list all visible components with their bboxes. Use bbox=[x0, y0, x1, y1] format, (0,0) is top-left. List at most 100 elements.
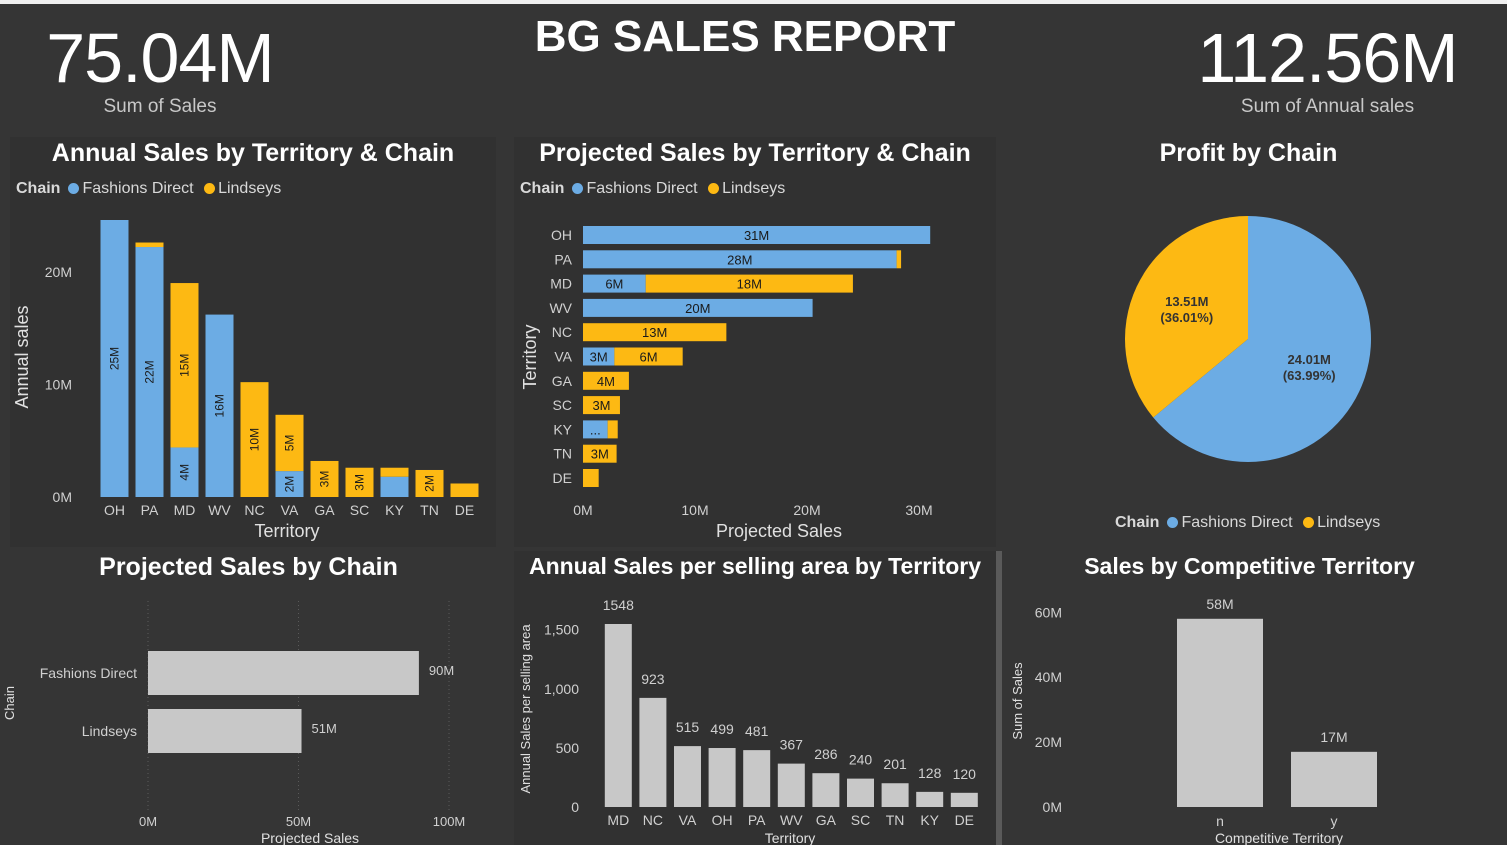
legend-item-lindseys: Lindseys bbox=[1317, 514, 1381, 531]
x-tick-label: SC bbox=[350, 502, 369, 518]
y-tick-label: GA bbox=[552, 373, 573, 389]
x-tick-label: VA bbox=[281, 502, 299, 518]
data-label: 1548 bbox=[603, 597, 634, 613]
x-tick-label: OH bbox=[712, 812, 733, 828]
data-label: 13M bbox=[642, 325, 667, 340]
x-tick-label: TN bbox=[420, 502, 439, 518]
x-tick-label: 20M bbox=[793, 502, 820, 518]
projected-by-chain-chart[interactable]: Chain Projected Sales 0M 50M 100M Fashions … bbox=[0, 553, 497, 845]
x-tick-label: DE bbox=[955, 812, 974, 828]
bar-md bbox=[604, 624, 632, 807]
data-label: 4M bbox=[597, 374, 615, 389]
competitive-panel[interactable]: Sales by Competitive Territory Sum of Sa… bbox=[1002, 551, 1497, 845]
bar-ky-lindseys bbox=[380, 467, 409, 477]
data-label: 20M bbox=[685, 301, 710, 316]
bar-pa-lindseys bbox=[896, 250, 902, 269]
x-tick-label: NC bbox=[643, 812, 663, 828]
x-axis-title: Territory bbox=[254, 521, 319, 541]
x-tick-label: PA bbox=[748, 812, 766, 828]
data-label: 286 bbox=[814, 746, 838, 762]
data-label: 10M bbox=[248, 428, 262, 451]
x-tick-label: KY bbox=[385, 502, 404, 518]
bar-n bbox=[1177, 618, 1263, 807]
data-label: 3M bbox=[353, 474, 367, 491]
y-tick-label: SC bbox=[553, 397, 572, 413]
x-tick-label: 0M bbox=[573, 502, 592, 518]
data-label: 58M bbox=[1206, 596, 1233, 612]
x-tick-label: OH bbox=[104, 502, 125, 518]
x-axis-title: Projected Sales bbox=[261, 830, 359, 845]
x-tick-label: y bbox=[1331, 813, 1338, 829]
projected-sales-panel[interactable]: Projected Sales by Territory & Chain Cha… bbox=[514, 137, 996, 547]
bar-ga bbox=[812, 773, 840, 807]
projected-sales-chart[interactable]: Territory Projected Sales 0M 10M 20M 30M OH 3… bbox=[514, 137, 996, 547]
data-label: 18M bbox=[737, 277, 762, 292]
x-tick-label: PA bbox=[141, 502, 159, 518]
x-tick-label: VA bbox=[679, 812, 697, 828]
y-tick-label: 0M bbox=[53, 489, 72, 505]
annual-sales-chart[interactable]: Annual sales Territory 0M 10M 20M 25M OH 22M P… bbox=[10, 137, 496, 547]
data-label: 5M bbox=[283, 435, 297, 452]
annual-sales-panel[interactable]: Annual Sales by Territory & Chain Chain F… bbox=[10, 137, 496, 547]
legend-title: Chain bbox=[1115, 514, 1160, 531]
x-tick-label: 0M bbox=[139, 814, 157, 829]
bar-ky-lindseys bbox=[607, 420, 618, 439]
bar-y bbox=[1291, 751, 1377, 807]
profit-legend: Chain Fashions Direct Lindseys bbox=[1115, 514, 1380, 532]
data-label: 6M bbox=[605, 277, 623, 292]
data-label: 25M bbox=[108, 347, 122, 370]
profit-panel[interactable]: Profit by Chain 24.01M (63.99%) 13.51M (36.… bbox=[1000, 137, 1497, 547]
bar-pa-lindseys bbox=[135, 242, 164, 248]
per-area-chart[interactable]: Annual Sales per selling area Territory … bbox=[514, 551, 996, 845]
x-tick-label: GA bbox=[314, 502, 335, 518]
profit-pie-chart[interactable]: 24.01M(63.99%) 13.51M(36.01%) bbox=[1000, 137, 1497, 507]
bar-wv bbox=[777, 763, 805, 807]
data-label: 3M bbox=[591, 447, 609, 462]
data-label: 240 bbox=[849, 752, 873, 768]
y-tick-label: WV bbox=[549, 300, 572, 316]
kpi-annual-sales-label: Sum of Annual sales bbox=[1240, 96, 1415, 117]
y-axis-title: Chain bbox=[2, 686, 17, 720]
bar-de bbox=[950, 792, 978, 807]
bar-nc bbox=[639, 697, 667, 807]
data-label: 2M bbox=[423, 475, 437, 492]
pie-value-label: 24.01M bbox=[1288, 352, 1331, 367]
data-label: 15M bbox=[178, 354, 192, 377]
y-tick-label: PA bbox=[554, 251, 572, 267]
x-tick-label: DE bbox=[455, 502, 474, 518]
data-label: 16M bbox=[213, 394, 227, 417]
y-tick-label: 1,000 bbox=[544, 681, 579, 697]
y-tick-label: VA bbox=[554, 349, 572, 365]
y-tick-label: 20M bbox=[1035, 734, 1062, 750]
y-tick-label: 60M bbox=[1035, 604, 1062, 620]
y-tick-label: DE bbox=[553, 470, 572, 486]
report-title: BG SALES REPORT bbox=[534, 12, 956, 61]
x-tick-label: n bbox=[1216, 813, 1224, 829]
competitive-chart[interactable]: Sum of Sales Competitive Territory 0M 20M… bbox=[1002, 551, 1497, 845]
pie-value-label: 13.51M bbox=[1165, 294, 1208, 309]
y-tick-label: 10M bbox=[45, 376, 72, 392]
x-axis-title: Projected Sales bbox=[716, 521, 842, 541]
data-label: 2M bbox=[283, 476, 297, 493]
x-tick-label: WV bbox=[208, 502, 231, 518]
data-label: ... bbox=[590, 422, 601, 437]
bar-de-lindseys bbox=[583, 469, 599, 487]
pie-percent-label: (36.01%) bbox=[1160, 310, 1213, 325]
per-area-panel[interactable]: Annual Sales per selling area by Territo… bbox=[514, 551, 996, 845]
y-tick-label: 20M bbox=[45, 264, 72, 280]
data-label: 499 bbox=[710, 721, 734, 737]
data-label: 367 bbox=[780, 737, 804, 753]
kpi-sum-of-sales-label: Sum of Sales bbox=[103, 96, 217, 117]
x-tick-label: KY bbox=[920, 812, 939, 828]
data-label: 4M bbox=[178, 464, 192, 481]
y-tick-label: MD bbox=[550, 276, 572, 292]
data-label: 3M bbox=[590, 350, 608, 365]
x-tick-label: 10M bbox=[681, 502, 708, 518]
data-label: 120 bbox=[953, 766, 977, 782]
projected-by-chain-panel[interactable]: Projected Sales by Chain Chain Projected… bbox=[0, 553, 497, 845]
x-tick-label: 100M bbox=[433, 814, 466, 829]
x-tick-label: 30M bbox=[905, 502, 932, 518]
data-label: 6M bbox=[639, 350, 657, 365]
legend-dot-fashions-direct bbox=[1167, 517, 1179, 528]
y-tick-label: OH bbox=[551, 227, 572, 243]
